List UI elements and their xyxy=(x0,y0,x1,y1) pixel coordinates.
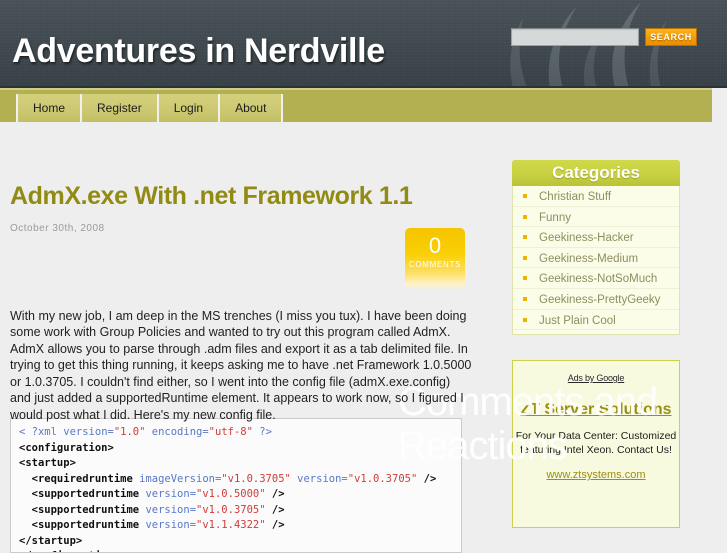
code-token: imageVersion= xyxy=(139,472,222,485)
post-header: AdmX.exe With .net Framework 1.1 October… xyxy=(10,182,480,234)
sidebar: Categories Christian Stuff Funny Geekiness… xyxy=(512,160,680,528)
category-link[interactable]: Geekiness-PrettyGeeky xyxy=(539,294,660,306)
bullet-icon xyxy=(523,214,527,219)
code-token: "utf-8" xyxy=(208,426,253,438)
page-title: AdmX.exe With .net Framework 1.1 xyxy=(10,182,413,210)
search-button[interactable]: SEARCH xyxy=(645,28,697,46)
nav-item-list: Home Register Login About xyxy=(0,90,284,124)
bullet-icon xyxy=(523,296,527,301)
comments-badge[interactable]: 0 COMMENTS xyxy=(405,228,465,290)
nav-item-label: Register xyxy=(97,101,142,115)
code-token: "1.0" xyxy=(113,426,146,438)
nav-item-label: About xyxy=(235,101,267,115)
ad-title-link[interactable]: ZT Server Solutions xyxy=(513,400,679,419)
code-token: version= xyxy=(290,472,348,485)
category-link[interactable]: Funny xyxy=(539,212,571,224)
code-token: <startup> xyxy=(19,457,76,469)
category-link[interactable]: Christian Stuff xyxy=(539,191,611,203)
google-ad-box: Ads by Google ZT Server Solutions For Yo… xyxy=(512,360,680,528)
nav-item-home[interactable]: Home xyxy=(16,94,83,122)
category-link[interactable]: Geekiness-Hacker xyxy=(539,232,634,244)
code-token: "v1.0.3705" xyxy=(196,503,266,516)
code-token: encoding= xyxy=(145,426,209,438)
code-token: <requiredruntime xyxy=(19,472,140,485)
code-token: "v1.0.3705" xyxy=(347,472,418,485)
code-token: version= xyxy=(145,503,197,516)
code-token: < ?xml xyxy=(19,426,64,438)
ad-url-link[interactable]: www.ztsystems.com xyxy=(513,469,679,481)
category-link[interactable]: Just Plain Cool xyxy=(539,315,616,327)
list-item[interactable]: Geekiness-NotSoMuch xyxy=(513,268,679,289)
comments-count: 0 xyxy=(428,233,442,258)
categories-list: Christian Stuff Funny Geekiness-Hacker Geek… xyxy=(512,186,680,335)
code-token: <supportedruntime xyxy=(19,503,146,516)
list-item[interactable]: Geekiness-PrettyGeeky xyxy=(513,289,679,310)
list-item[interactable]: Funny xyxy=(513,207,679,228)
code-block: < ?xml version="1.0" encoding="utf-8" ?>… xyxy=(10,418,462,553)
nav-item-login[interactable]: Login xyxy=(158,94,221,122)
bullet-icon xyxy=(523,317,527,322)
list-item[interactable]: Geekiness-Hacker xyxy=(513,227,679,248)
code-token: version= xyxy=(63,426,114,438)
code-token: version= xyxy=(145,519,197,531)
nav-item-about[interactable]: About xyxy=(220,94,284,122)
nav-item-register[interactable]: Register xyxy=(82,94,159,122)
code-token: <supportedruntime xyxy=(19,488,146,500)
site-title: Adventures in Nerdville xyxy=(12,32,385,70)
nav-item-label: Login xyxy=(173,101,204,115)
category-link[interactable]: Geekiness-NotSoMuch xyxy=(539,273,657,285)
bullet-icon xyxy=(523,276,527,281)
code-token: "v1.0.3705" xyxy=(221,472,291,485)
code-token: "v1.0.5000" xyxy=(196,488,266,500)
code-token: <supportedruntime xyxy=(19,519,146,531)
site-header: Adventures in Nerdville SEARCH xyxy=(0,0,727,88)
nav-item-label: Home xyxy=(33,101,66,115)
code-token: /> xyxy=(265,519,285,531)
code-token: version= xyxy=(145,488,197,500)
list-item[interactable]: Geekiness-Medium xyxy=(513,248,679,269)
list-item[interactable]: Just Plain Cool xyxy=(513,310,679,331)
comments-label: COMMENTS xyxy=(408,260,462,269)
search-form: SEARCH xyxy=(511,28,697,46)
bullet-icon xyxy=(523,255,527,260)
ads-by-google-link[interactable]: Ads by Google xyxy=(568,373,625,383)
category-link[interactable]: Geekiness-Medium xyxy=(539,253,638,265)
bullet-icon xyxy=(523,194,527,198)
main-content: AdmX.exe With .net Framework 1.1 October… xyxy=(0,122,727,553)
list-item[interactable]: Christian Stuff xyxy=(513,186,679,207)
code-token: ?> xyxy=(252,426,272,438)
search-input[interactable] xyxy=(511,28,639,46)
ad-description: For Your Data Center: Customized featuri… xyxy=(515,430,677,456)
code-content: < ?xml version="1.0" encoding="utf-8" ?>… xyxy=(19,425,453,552)
code-token: <configuration> xyxy=(19,441,114,454)
bullet-icon xyxy=(523,235,527,240)
code-token: /> xyxy=(417,472,437,485)
code-token: "v1.1.4322" xyxy=(196,519,266,531)
post-body-text: With my new job, I am deep in the MS tre… xyxy=(10,308,472,422)
code-token: /> xyxy=(265,503,285,516)
main-navigation: Home Register Login About xyxy=(0,88,712,124)
categories-title: Categories xyxy=(512,160,680,186)
code-token: /> xyxy=(265,488,285,500)
